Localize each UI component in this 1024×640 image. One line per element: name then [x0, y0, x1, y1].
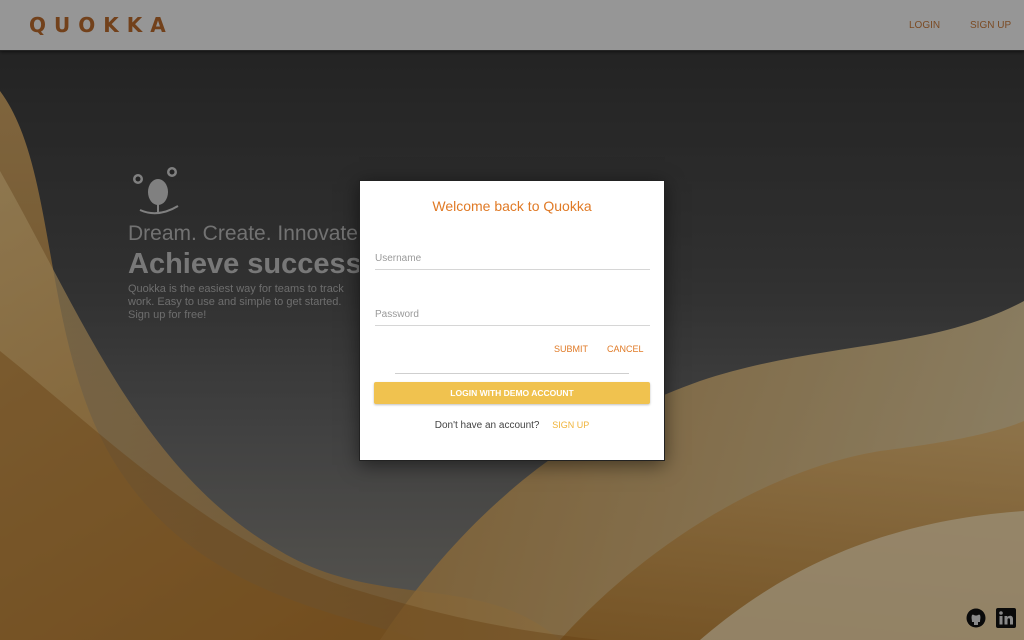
login-modal: Welcome back to Quokka SUBMIT CANCEL LOG… — [359, 180, 665, 461]
password-input[interactable] — [375, 305, 650, 323]
signup-prompt-text: Don't have an account? — [434, 420, 540, 431]
demo-login-button[interactable]: LOGIN WITH DEMO ACCOUNT — [374, 382, 650, 404]
modal-title: Welcome back to Quokka — [432, 198, 592, 214]
signup-prompt: Don't have an account? SIGN UP — [360, 420, 664, 431]
username-input[interactable] — [375, 249, 650, 267]
password-field-container — [375, 305, 650, 326]
cancel-button[interactable]: CANCEL — [607, 344, 644, 354]
username-field-container — [375, 249, 650, 270]
divider — [395, 373, 629, 374]
submit-button[interactable]: SUBMIT — [554, 344, 588, 354]
modal-signup-link[interactable]: SIGN UP — [552, 420, 589, 430]
